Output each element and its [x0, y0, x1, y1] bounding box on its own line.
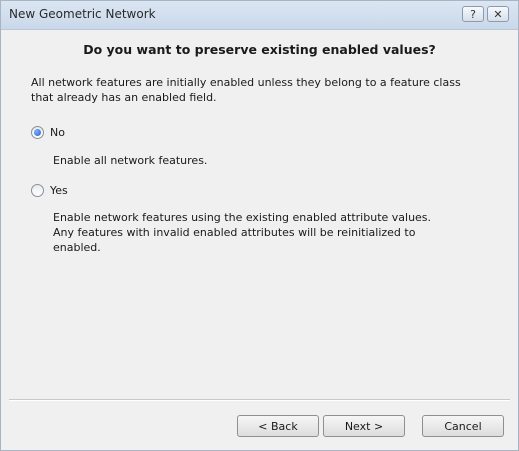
back-button[interactable]: < Back [237, 415, 319, 437]
dialog-content: Do you want to preserve existing enabled… [1, 30, 518, 450]
page-heading: Do you want to preserve existing enabled… [83, 42, 436, 57]
close-icon: ✕ [493, 7, 503, 21]
next-button[interactable]: Next > [323, 415, 405, 437]
radio-button-no[interactable] [31, 126, 44, 139]
intro-description: All network features are initially enabl… [31, 76, 461, 104]
radio-button-yes[interactable] [31, 184, 44, 197]
title-bar[interactable]: New Geometric Network ? ✕ [1, 1, 518, 30]
radio-label-no[interactable]: No [50, 126, 65, 139]
help-button[interactable]: ? [462, 6, 484, 22]
footer-separator [9, 399, 510, 401]
option-yes-description: Enable network features using the existi… [53, 211, 432, 254]
close-button[interactable]: ✕ [487, 6, 509, 22]
radio-option-no[interactable]: No [31, 126, 65, 139]
option-no-description: Enable all network features. [53, 154, 208, 167]
window-title: New Geometric Network [9, 7, 156, 21]
cancel-button[interactable]: Cancel [422, 415, 504, 437]
help-icon: ? [470, 7, 476, 21]
radio-label-yes[interactable]: Yes [50, 184, 68, 197]
radio-selected-dot [34, 129, 41, 136]
dialog-window: New Geometric Network ? ✕ Do you want to… [0, 0, 519, 451]
radio-option-yes[interactable]: Yes [31, 184, 68, 197]
